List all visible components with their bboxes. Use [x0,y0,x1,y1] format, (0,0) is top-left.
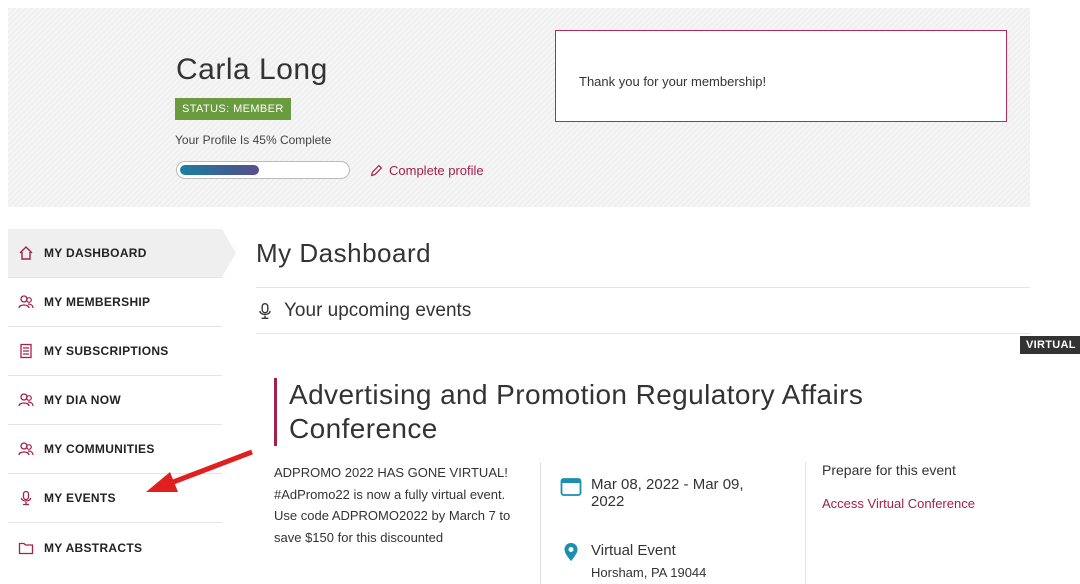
members-icon [18,294,34,310]
sidebar-item-my-membership[interactable]: MY MEMBERSHIP [8,278,222,327]
annotation-arrow-icon [146,449,253,492]
access-virtual-conference-link[interactable]: Access Virtual Conference [822,496,975,511]
sidebar-item-my-dia-now[interactable]: MY DIA NOW [8,376,222,425]
sidebar-item-label: MY EVENTS [44,491,116,505]
event-location: Virtual Event Horsham, PA 19044 [560,542,706,580]
sidebar-nav: MY DASHBOARD MY MEMBERSHIP MY SUBSCRIPTI… [8,229,236,572]
pencil-icon [370,164,383,177]
event-location-address: Horsham, PA 19044 [591,565,707,580]
event-title-block: Advertising and Promotion Regulatory Aff… [274,378,989,446]
thank-you-box: Thank you for your membership! [555,30,1007,122]
upcoming-events-heading: Your upcoming events [284,299,472,321]
profile-progress-fill [180,165,259,175]
user-name: Carla Long [176,53,328,86]
event-title[interactable]: Advertising and Promotion Regulatory Aff… [289,378,989,446]
prepare-heading: Prepare for this event [822,462,956,478]
status-badge: STATUS: MEMBER [175,98,291,120]
column-divider [805,462,806,584]
event-date-text: Mar 08, 2022 - Mar 09, 2022 [591,476,744,510]
virtual-badge: VIRTUAL [1020,336,1080,354]
page-title: My Dashboard [256,238,432,268]
sidebar-item-my-dashboard[interactable]: MY DASHBOARD [8,229,236,278]
sidebar-item-label: MY DASHBOARD [44,246,147,260]
sidebar-item-label: MY MEMBERSHIP [44,295,151,309]
microphone-icon [256,302,274,320]
column-divider [540,462,541,584]
sidebar-item-my-abstracts[interactable]: MY ABSTRACTS [8,523,222,572]
profile-progress-bar [176,161,350,179]
event-description: ADPROMO 2022 HAS GONE VIRTUAL! #AdPromo2… [274,465,511,545]
sidebar-item-label: MY ABSTRACTS [44,540,143,555]
document-icon [18,343,34,359]
complete-profile-link[interactable]: Complete profile [370,163,484,178]
microphone-icon [18,490,34,506]
members-icon [18,392,34,408]
calendar-icon [560,476,582,497]
complete-profile-label: Complete profile [389,163,484,178]
sidebar-item-my-subscriptions[interactable]: MY SUBSCRIPTIONS [8,327,222,376]
home-icon [18,245,34,261]
members-icon [18,441,34,457]
sidebar-item-label: MY SUBSCRIPTIONS [44,344,169,358]
event-date: Mar 08, 2022 - Mar 09, 2022 [560,476,781,510]
folder-icon [18,540,34,556]
sidebar-item-label: MY COMMUNITIES [44,442,155,456]
upcoming-events-header: Your upcoming events [256,287,1030,334]
location-pin-icon [560,542,579,562]
profile-completion-text: Your Profile Is 45% Complete [175,133,332,147]
thank-you-message: Thank you for your membership! [579,74,767,89]
event-location-name: Virtual Event [591,542,676,559]
sidebar-item-label: MY DIA NOW [44,393,121,407]
